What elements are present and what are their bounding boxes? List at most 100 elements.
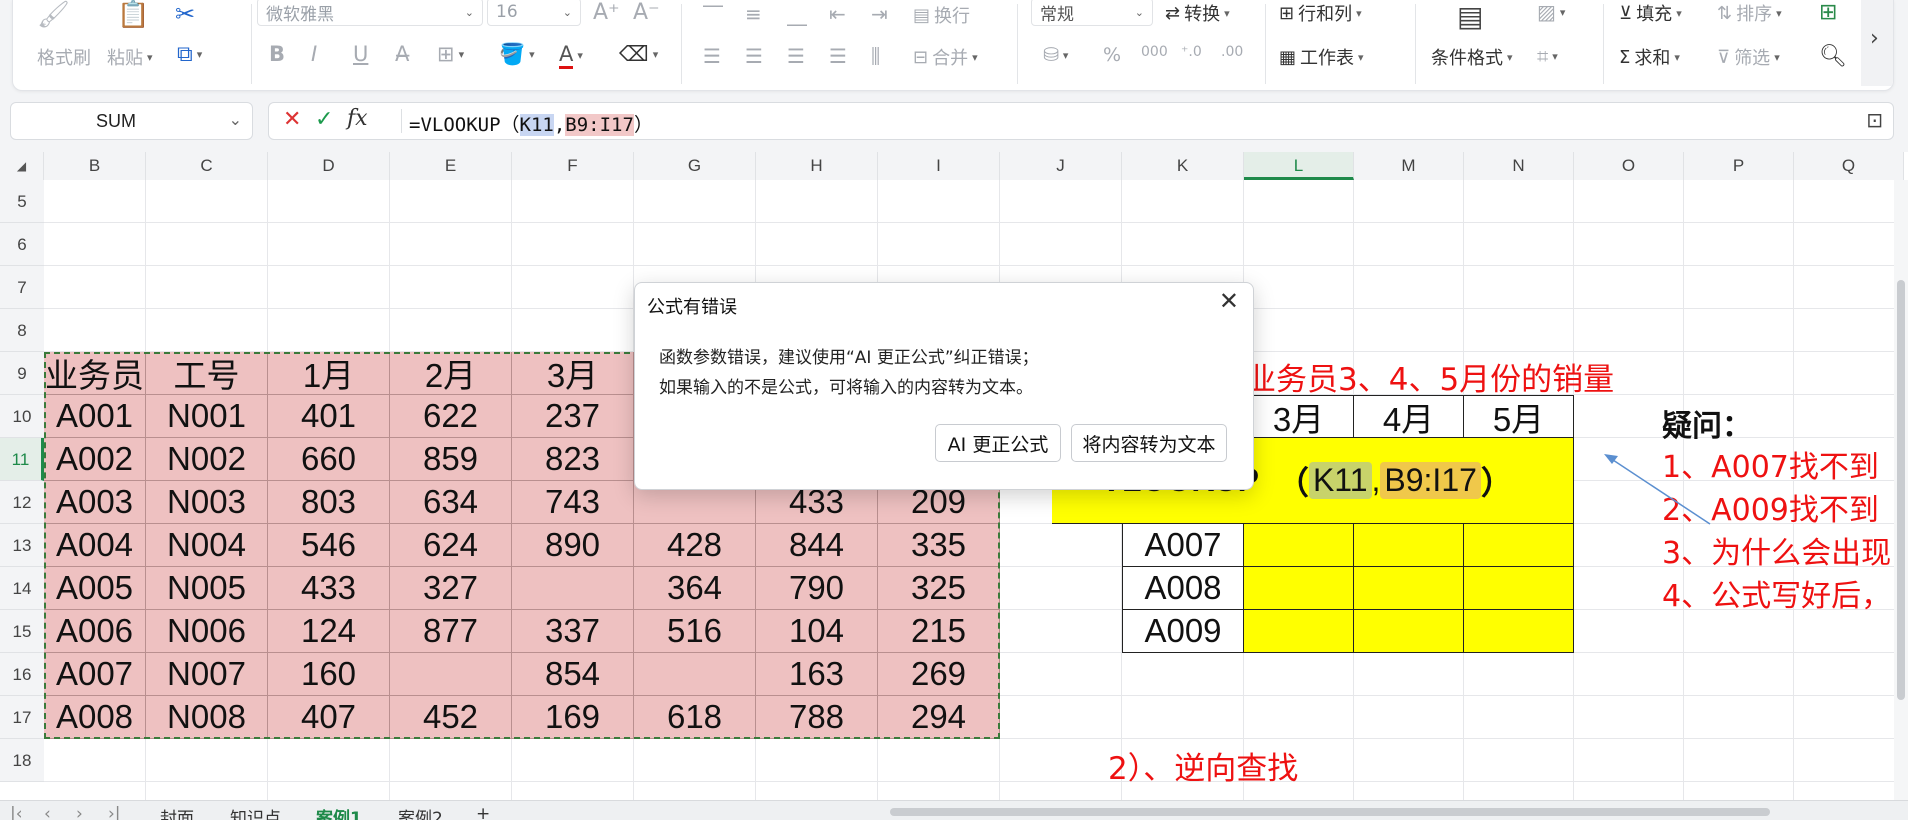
scroll-thumb[interactable] xyxy=(1897,280,1905,700)
column-header-p[interactable]: P xyxy=(1684,152,1794,180)
convert-to-text-button[interactable]: 将内容转为文本 xyxy=(1071,424,1227,462)
row-header-6[interactable]: 6 xyxy=(0,223,44,266)
table-cell[interactable]: 294 xyxy=(878,696,1000,739)
table-cell[interactable]: 215 xyxy=(878,610,1000,653)
dec-decimal-icon[interactable]: .00 xyxy=(1221,44,1243,60)
table-cell[interactable]: 237 xyxy=(512,395,634,438)
column-header-f[interactable]: F xyxy=(512,152,634,180)
table-cell[interactable]: N007 xyxy=(146,653,268,696)
row-header-11[interactable]: 11 xyxy=(0,438,44,481)
table-cell[interactable]: 160 xyxy=(268,653,390,696)
clear-icon[interactable]: ⌫ ▾ xyxy=(619,42,658,66)
cell-style-icon[interactable]: ▨ ▾ xyxy=(1537,0,1565,24)
column-header-h[interactable]: H xyxy=(756,152,878,180)
table-cell[interactable]: 788 xyxy=(756,696,878,739)
italic-icon[interactable]: I xyxy=(311,42,317,66)
last-sheet-icon[interactable]: ›| xyxy=(108,804,121,820)
table-cell[interactable]: 516 xyxy=(634,610,756,653)
column-header-g[interactable]: G xyxy=(634,152,756,180)
row-header-12[interactable]: 12 xyxy=(0,481,44,524)
table-cell[interactable]: 327 xyxy=(390,567,512,610)
table-cell[interactable]: 803 xyxy=(268,481,390,524)
thousands-icon[interactable]: 000 xyxy=(1141,44,1168,60)
lookup-result-cell[interactable] xyxy=(1354,567,1464,610)
table-cell[interactable]: 790 xyxy=(756,567,878,610)
vertical-scrollbar[interactable] xyxy=(1894,180,1908,802)
table-cell[interactable]: 622 xyxy=(390,395,512,438)
table-cell[interactable]: 433 xyxy=(268,567,390,610)
lookup-result-cell[interactable] xyxy=(1464,567,1574,610)
table-cell[interactable]: 877 xyxy=(390,610,512,653)
fill-color-icon[interactable]: 🪣 ▾ xyxy=(499,42,535,67)
table-cell[interactable]: 428 xyxy=(634,524,756,567)
prev-sheet-icon[interactable]: ‹ xyxy=(44,804,51,820)
lookup-result-cell[interactable] xyxy=(1354,524,1464,567)
table-cell[interactable]: A004 xyxy=(44,524,146,567)
table-header-cell[interactable]: 工号 xyxy=(146,352,268,395)
lookup-id-cell[interactable]: A007 xyxy=(1122,524,1244,567)
column-header-l[interactable]: L xyxy=(1244,152,1354,180)
table-cell[interactable]: 325 xyxy=(878,567,1000,610)
distributed-icon[interactable]: ⫼ xyxy=(871,44,880,68)
align-bottom-icon[interactable]: ⎽ xyxy=(787,2,807,26)
table-cell[interactable]: 823 xyxy=(512,438,634,481)
table-cell[interactable]: 546 xyxy=(268,524,390,567)
column-header-o[interactable]: O xyxy=(1574,152,1684,180)
row-header-5[interactable]: 5 xyxy=(0,180,44,223)
column-header-k[interactable]: K xyxy=(1122,152,1244,180)
lookup-header-cell[interactable]: 3月 xyxy=(1244,395,1354,438)
align-center-icon[interactable]: ☰ xyxy=(745,44,763,68)
table-cell[interactable]: N002 xyxy=(146,438,268,481)
indent-decrease-icon[interactable]: ⇤ xyxy=(829,2,846,26)
inc-decimal-icon[interactable]: ⁺.0 xyxy=(1181,44,1202,60)
name-box[interactable]: SUM ⌄ xyxy=(10,102,253,140)
column-header-n[interactable]: N xyxy=(1464,152,1574,180)
conditional-format-icon[interactable]: ▤ xyxy=(1457,0,1483,33)
table-cell[interactable]: 634 xyxy=(390,481,512,524)
indent-increase-icon[interactable]: ⇥ xyxy=(871,2,888,26)
filter-button[interactable]: ⊽ 筛选 ▾ xyxy=(1717,44,1780,70)
table-cell[interactable]: 624 xyxy=(390,524,512,567)
paste-icon[interactable]: 📋 xyxy=(117,0,149,30)
convert-button[interactable]: ⇄ 转换 ▾ xyxy=(1165,0,1230,26)
cut-icon[interactable]: ✂ xyxy=(175,0,195,28)
lookup-result-cell[interactable] xyxy=(1244,524,1354,567)
column-header-j[interactable]: J xyxy=(1000,152,1122,180)
table-cell[interactable]: N001 xyxy=(146,395,268,438)
table-cell[interactable] xyxy=(512,567,634,610)
table-cell[interactable]: 169 xyxy=(512,696,634,739)
font-color-icon[interactable]: A ▾ xyxy=(559,42,583,69)
justify-icon[interactable]: ☰ xyxy=(829,44,847,68)
table-cell[interactable]: N008 xyxy=(146,696,268,739)
table-cell[interactable]: A007 xyxy=(44,653,146,696)
lookup-header-cell[interactable]: 4月 xyxy=(1354,395,1464,438)
sheet-tab-cover[interactable]: 封面 xyxy=(160,804,194,820)
close-icon[interactable]: ✕ xyxy=(1219,287,1239,315)
table-cell[interactable]: A006 xyxy=(44,610,146,653)
worksheet-button[interactable]: ▦ 工作表 ▾ xyxy=(1279,44,1364,70)
column-header-i[interactable]: I xyxy=(878,152,1000,180)
cell-size-icon[interactable]: ⌗ ▾ xyxy=(1537,44,1558,68)
table-cell[interactable]: 743 xyxy=(512,481,634,524)
column-header-d[interactable]: D xyxy=(268,152,390,180)
row-header-16[interactable]: 16 xyxy=(0,653,44,696)
table-cell[interactable]: 163 xyxy=(756,653,878,696)
align-left-icon[interactable]: ☰ xyxy=(703,44,721,68)
lookup-result-cell[interactable] xyxy=(1244,610,1354,653)
table-cell[interactable]: 844 xyxy=(756,524,878,567)
percent-icon[interactable]: % xyxy=(1103,44,1121,66)
next-sheet-icon[interactable]: › xyxy=(76,804,83,820)
decrease-font-icon[interactable]: A⁻ xyxy=(633,0,660,25)
column-header-b[interactable]: B xyxy=(44,152,146,180)
table-header-cell[interactable]: 1月 xyxy=(268,352,390,395)
font-name-select[interactable]: 微软雅黑 ⌄ xyxy=(257,0,483,26)
table-cell[interactable]: 452 xyxy=(390,696,512,739)
table-cell[interactable]: 890 xyxy=(512,524,634,567)
sheet-tab-case1[interactable]: 案例1 xyxy=(316,804,362,820)
column-header-q[interactable]: Q xyxy=(1794,152,1904,180)
wrap-text-button[interactable]: ▤ 换行 xyxy=(913,2,970,28)
bold-icon[interactable]: B xyxy=(269,42,285,66)
merge-button[interactable]: ⊟ 合并 ▾ xyxy=(913,44,978,70)
table-header-cell[interactable]: 业务员 xyxy=(44,352,146,395)
find-icon[interactable]: 🔍︎ xyxy=(1819,44,1847,69)
